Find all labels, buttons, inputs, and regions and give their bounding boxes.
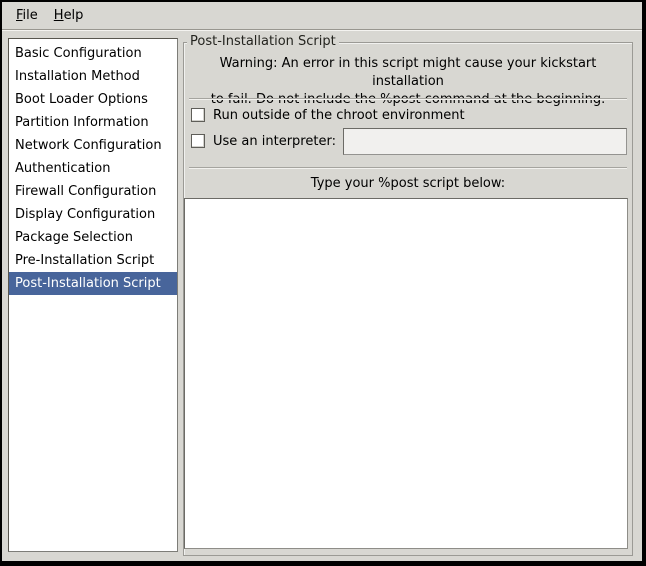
sidebar-item-basic-configuration[interactable]: Basic Configuration [9, 42, 177, 65]
interpreter-input[interactable] [343, 128, 627, 155]
interpreter-option-row: Use an interpreter: [191, 127, 627, 155]
menubar: File Help [2, 2, 642, 30]
interpreter-checkbox-label[interactable]: Use an interpreter: [213, 134, 336, 149]
script-area-label: Type your %post script below: [184, 176, 632, 191]
sidebar-item-boot-loader-options[interactable]: Boot Loader Options [9, 88, 177, 111]
chroot-option-row: Run outside of the chroot environment [191, 106, 627, 124]
panel-title: Post-Installation Script [187, 34, 339, 49]
sidebar-item-installation-method[interactable]: Installation Method [9, 65, 177, 88]
post-installation-script-panel: Post-Installation Script Warning: An err… [183, 42, 633, 556]
sidebar-item-package-selection[interactable]: Package Selection [9, 226, 177, 249]
sidebar-item-display-configuration[interactable]: Display Configuration [9, 203, 177, 226]
sidebar-item-firewall-configuration[interactable]: Firewall Configuration [9, 180, 177, 203]
sidebar-item-pre-installation-script[interactable]: Pre-Installation Script [9, 249, 177, 272]
post-script-textarea[interactable] [184, 198, 628, 549]
menu-help[interactable]: Help [46, 4, 92, 27]
separator [189, 167, 627, 169]
sidebar-item-network-configuration[interactable]: Network Configuration [9, 134, 177, 157]
section-list: Basic Configuration Installation Method … [8, 38, 178, 552]
warning-text: Warning: An error in this script might c… [184, 55, 632, 109]
sidebar-item-post-installation-script[interactable]: Post-Installation Script [9, 272, 177, 295]
chroot-checkbox-label[interactable]: Run outside of the chroot environment [213, 108, 465, 123]
menu-file[interactable]: File [8, 4, 46, 27]
sidebar-item-authentication[interactable]: Authentication [9, 157, 177, 180]
warning-line-1: Warning: An error in this script might c… [184, 55, 632, 91]
separator [189, 98, 627, 100]
sidebar-item-partition-information[interactable]: Partition Information [9, 111, 177, 134]
kickstart-configurator-window: File Help Basic Configuration Installati… [0, 0, 646, 566]
chroot-checkbox[interactable] [191, 108, 205, 122]
interpreter-checkbox[interactable] [191, 134, 205, 148]
